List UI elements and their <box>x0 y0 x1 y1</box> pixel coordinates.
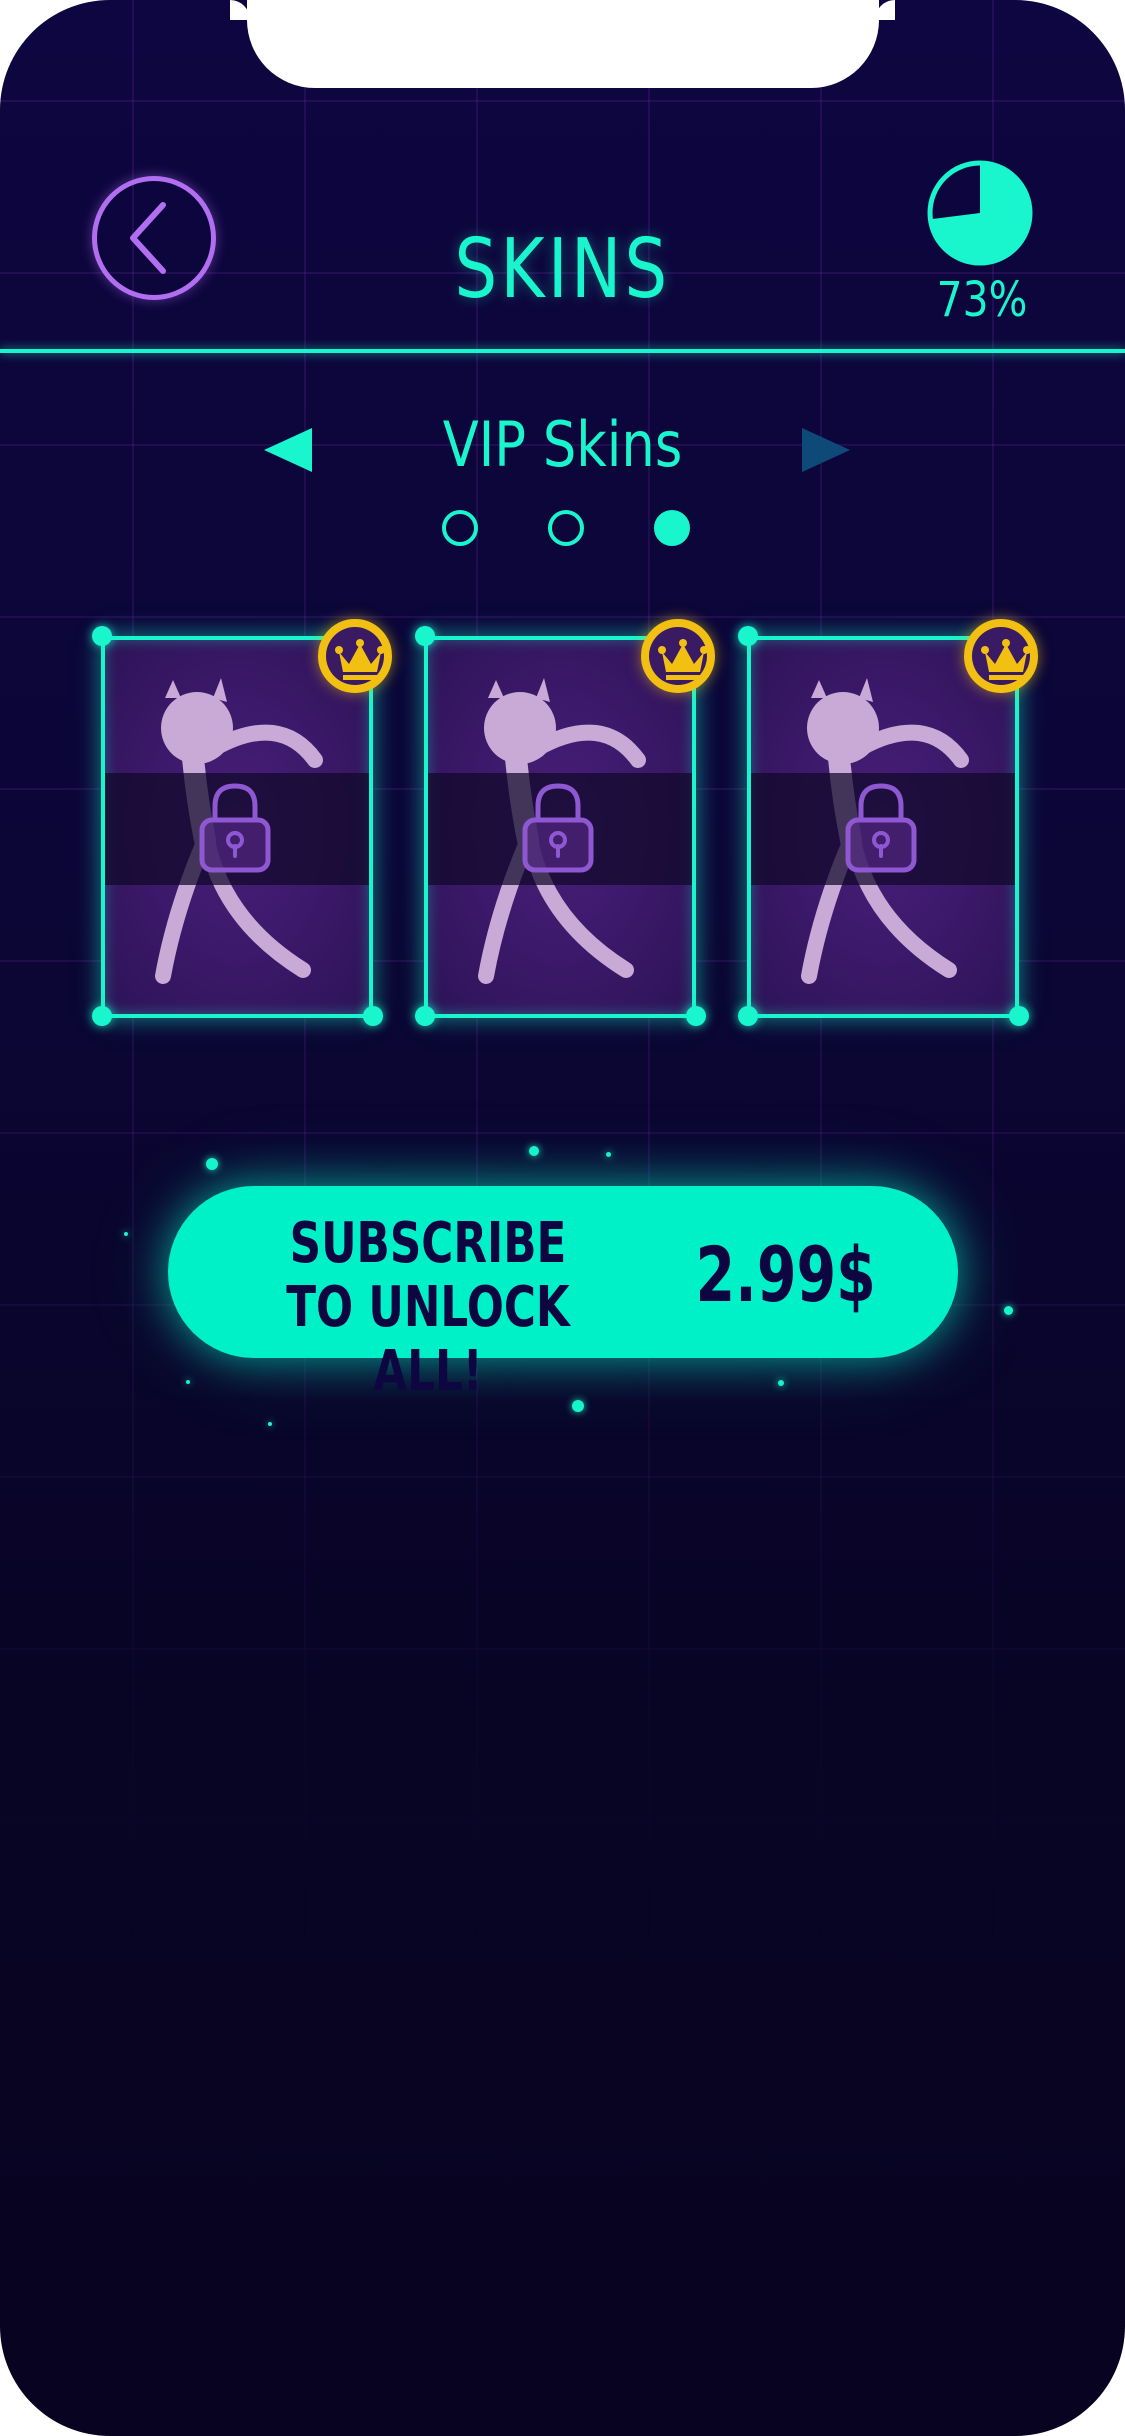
section-title: VIP Skins <box>442 408 683 481</box>
page-dot-2[interactable] <box>548 510 584 546</box>
subscribe-line-1: SUBSCRIBE <box>289 1211 567 1276</box>
card-corner-dot <box>363 1006 383 1026</box>
page-indicator <box>440 510 690 550</box>
card-corner-dot <box>415 1006 435 1026</box>
skin-card-1[interactable] <box>101 636 373 1018</box>
card-corner-dot <box>738 1006 758 1026</box>
lock-icon <box>522 783 594 873</box>
page-title: SKINS <box>454 222 671 317</box>
subscribe-label: SUBSCRIBE TO UNLOCK ALL! <box>272 1212 584 1404</box>
sparkle <box>186 1380 190 1384</box>
crown-icon <box>658 639 708 680</box>
vip-badge <box>964 619 1038 693</box>
triangle-right-icon[interactable] <box>800 424 852 476</box>
pie-progress-icon <box>927 160 1033 266</box>
subscribe-line-2: TO UNLOCK ALL! <box>286 1275 570 1404</box>
page-dot-1[interactable] <box>442 510 478 546</box>
lock-icon <box>845 783 917 873</box>
progress-percentage: 73% <box>936 272 1028 328</box>
sparkle <box>606 1152 611 1157</box>
app-screen: SKINS 73% VIP Skins SUBSCRIBE TO UNLOCK … <box>0 0 1125 2436</box>
card-corner-dot <box>92 626 112 646</box>
crown-icon <box>335 639 385 680</box>
skin-card-2[interactable] <box>424 636 696 1018</box>
sparkle <box>124 1232 128 1236</box>
subscribe-button[interactable]: SUBSCRIBE TO UNLOCK ALL! 2.99$ <box>168 1186 958 1404</box>
page-dot-3[interactable] <box>654 510 690 546</box>
vip-badge <box>641 619 715 693</box>
sparkle <box>529 1146 539 1156</box>
subscribe-price: 2.99$ <box>695 1230 876 1319</box>
card-corner-dot <box>738 626 758 646</box>
sparkle <box>206 1158 218 1170</box>
crown-icon <box>981 639 1031 680</box>
sparkle <box>1004 1306 1013 1315</box>
vip-badge <box>318 619 392 693</box>
header-divider <box>0 349 1125 353</box>
sparkle <box>268 1422 272 1426</box>
card-corner-dot <box>415 626 435 646</box>
card-corner-dot <box>686 1006 706 1026</box>
card-corner-dot <box>1009 1006 1029 1026</box>
skin-card-3[interactable] <box>747 636 1019 1018</box>
lock-icon <box>199 783 271 873</box>
device-notch <box>247 0 879 88</box>
card-corner-dot <box>92 1006 112 1026</box>
sparkle <box>778 1380 784 1386</box>
